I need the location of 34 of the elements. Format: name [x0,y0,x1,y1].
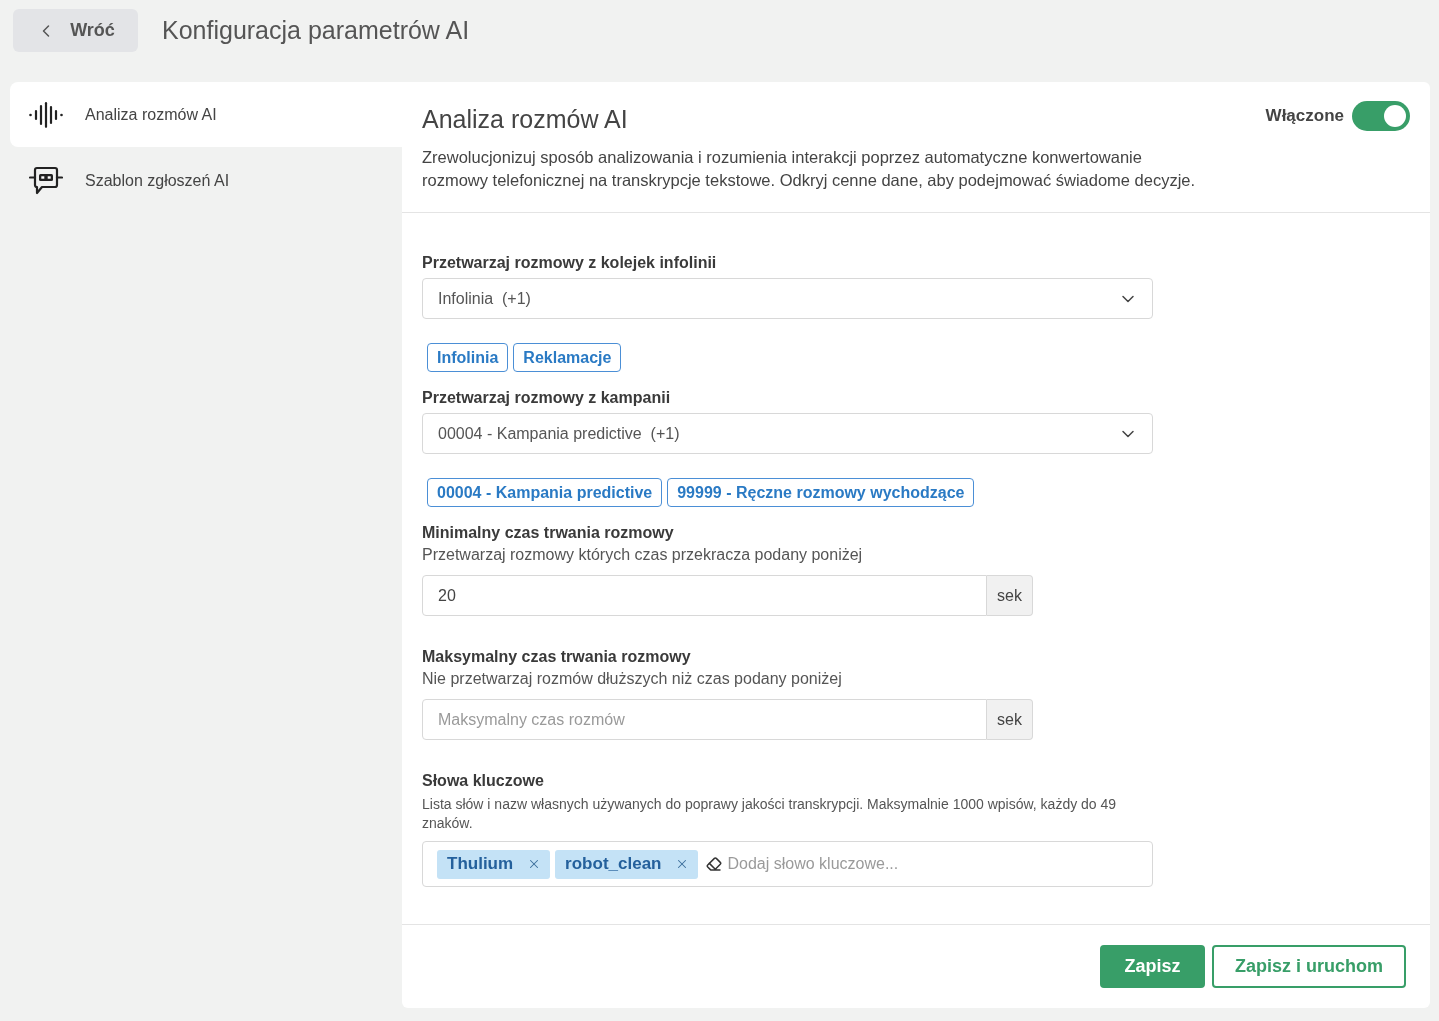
duration-input-field[interactable]: 20 [422,575,987,616]
field-label: Przetwarzaj rozmowy z kolejek infolinii [422,253,718,273]
selected-tag: Infolinia [427,343,509,372]
toggle-switch[interactable] [1352,101,1410,131]
field-label: Przetwarzaj rozmowy z kampanii [422,388,672,408]
field-label: Maksymalny czas trwania rozmowy [422,647,692,667]
duration-input-field[interactable]: Maksymalny czas rozmów [422,699,987,740]
field-label: Słowa kluczowe [422,771,545,791]
keyword-chip[interactable]: Thulium [437,849,551,879]
eraser-icon [706,856,723,872]
save-and-run-button[interactable]: Zapisz i uruchom [1212,945,1406,988]
keyword-chip[interactable]: robot_clean [555,849,699,879]
save-button[interactable]: Zapisz [1100,945,1205,988]
sidebar-item[interactable]: Analiza rozmów AI [10,82,402,147]
selected-tag: 99999 - Ręczne rozmowy wychodzące [667,478,975,507]
field-label: Minimalny czas trwania rozmowy [422,523,675,543]
back-button[interactable]: Wróć [13,9,138,52]
selected-tag: Reklamacje [513,343,622,372]
robot-chat-icon [29,166,63,196]
field-hint: Przetwarzaj rozmowy których czas przekracza podany poniżej [422,545,864,565]
multi-select-dropdown[interactable]: Infolinia (+1) [422,278,1153,319]
field-hint: Nie przetwarzaj rozmów dłuższych niż czas podany poniżej [422,669,843,689]
selected-tag: 00004 - Kampania predictive [427,478,663,507]
unit-addon: sek [987,699,1033,740]
panel-description: Zrewolucjonizuj sposób analizowania i rozumienia interakcji poprzez automatyczne konwertowanie rozmowy telefonicznej na transkrypcje tekstowe. Odkryj cenne dane, aby podejmować świadome decyzje. [422,147,1197,191]
page-title: Konfiguracja parametrów AI [162,14,470,46]
multi-select-dropdown[interactable]: 00004 - Kampania predictive (+1) [422,413,1153,454]
field-hint: Lista słów i nazw własnych używanych do poprawy jakości transkrypcji. Maksymalnie 1000 wpisów, każdy do 49 znaków. [422,795,1118,833]
sidebar-item[interactable]: Szablon zgłoszeń AI [10,150,402,212]
toggle-label: Włączone [1265,105,1344,128]
unit-addon: sek [987,575,1033,616]
panel-title: Analiza rozmów AI [422,104,628,135]
sound-wave-icon [29,101,63,128]
keyword-input-field[interactable]: Thulium robot_clean Dodaj słowo kluczowe... [422,841,1153,887]
